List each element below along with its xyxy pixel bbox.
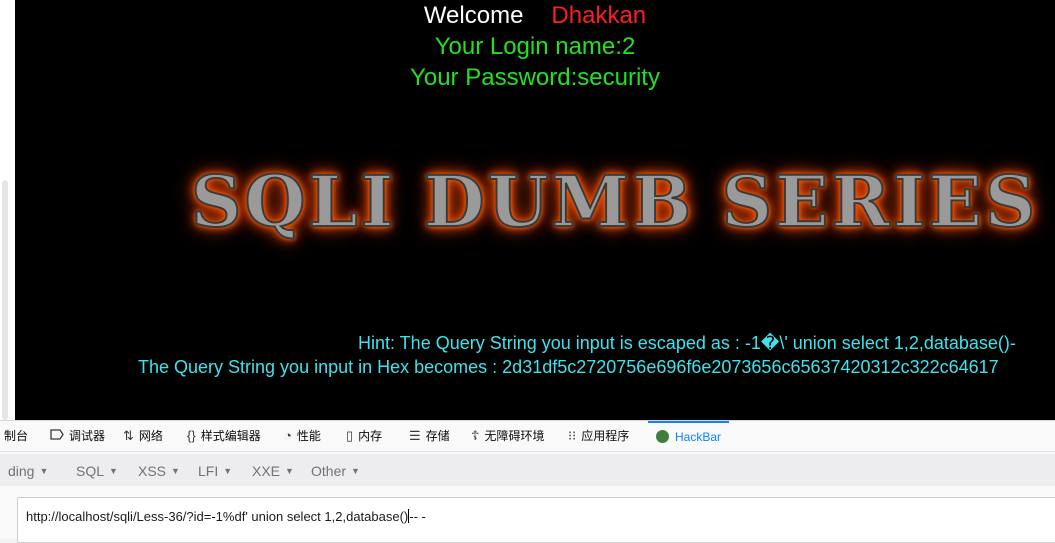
tab-label: 性能 <box>296 429 321 443</box>
tab-hackbar[interactable]: HackBar <box>648 421 730 451</box>
hackbar-icon <box>656 430 669 443</box>
tab-style-editor[interactable]: {} 样式编辑器 <box>187 421 261 451</box>
menu-other[interactable]: Other ▼ <box>311 463 360 479</box>
chevron-down-icon: ▼ <box>223 466 233 476</box>
tab-label: 应用程序 <box>581 429 630 443</box>
tab-performance[interactable]: ◔ 性能 <box>284 421 321 451</box>
tab-label: 制台 <box>4 429 29 443</box>
chevron-down-icon: ▼ <box>285 466 294 476</box>
chevron-down-icon: ▼ <box>39 466 49 476</box>
tab-accessibility[interactable]: ☦ 无障碍环境 <box>471 421 544 451</box>
tab-label: 无障碍环境 <box>484 429 545 443</box>
url-input[interactable]: http://localhost/sqli/Less-36/?id=-1%df'… <box>17 497 1055 543</box>
memory-icon: ▯ <box>346 428 354 443</box>
tab-label: 存储 <box>425 429 450 443</box>
tab-console[interactable]: 制台 <box>4 421 28 451</box>
password-line: Your Password:security <box>410 64 660 91</box>
tab-label: 样式编辑器 <box>200 429 261 443</box>
chevron-down-icon: ▼ <box>351 466 360 476</box>
debugger-icon <box>50 421 64 451</box>
menu-encoding[interactable]: ding ▼ <box>8 463 48 479</box>
tab-debugger[interactable]: 调试器 <box>50 421 105 451</box>
url-value: http://localhost/sqli/Less-36/?id=-1%df'… <box>26 509 409 524</box>
chevron-down-icon: ▼ <box>109 466 118 476</box>
applications-icon: ⁝⁝ <box>568 428 577 443</box>
welcome-label: Welcome <box>423 2 524 29</box>
tab-label: HackBar <box>675 430 722 444</box>
banner-title: SQLI DUMB SERIES <box>190 159 1039 244</box>
tab-label: 内存 <box>358 429 383 443</box>
welcome-username: Dhakkan <box>551 2 647 29</box>
login-name-line: Your Login name:2 <box>434 33 636 60</box>
chevron-down-icon: ▼ <box>171 466 180 476</box>
accessibility-icon: ☦ <box>471 428 480 443</box>
tab-network[interactable]: ⇅ 网络 <box>123 421 163 451</box>
menu-lfi[interactable]: LFI ▼ <box>198 463 232 479</box>
devtools-panel: 制台 调试器 ⇅ 网络 {} 样式编辑器 ◔ 性能 ▯ 内存 ☰ 存储 ☦ 无障碍环境 ⁝⁝… <box>0 420 1055 543</box>
tab-storage[interactable]: ☰ 存储 <box>409 421 450 451</box>
devtools-tabbar: 制台 调试器 ⇅ 网络 {} 样式编辑器 ◔ 性能 ▯ 内存 ☰ 存储 ☦ 无障碍环境 ⁝⁝… <box>0 421 1055 452</box>
style-editor-icon: {} <box>187 428 196 443</box>
menu-xss[interactable]: XSS ▼ <box>138 463 180 479</box>
scrollbar[interactable] <box>2 180 8 420</box>
storage-icon: ☰ <box>409 428 421 443</box>
tab-label: 调试器 <box>69 429 106 443</box>
tab-applications[interactable]: ⁝⁝ 应用程序 <box>568 421 629 451</box>
welcome-line: Welcome Dhakkan <box>15 2 1055 30</box>
web-page: Welcome Dhakkan Your Login name:2 Your Pa… <box>15 0 1055 420</box>
tab-memory[interactable]: ▯ 内存 <box>346 421 382 451</box>
url-input-text[interactable]: http://localhost/sqli/Less-36/?id=-1%df'… <box>26 509 426 524</box>
url-comment-suffix: -- - <box>409 509 426 524</box>
network-icon: ⇅ <box>123 428 134 443</box>
performance-icon: ◔ <box>284 428 292 443</box>
menu-xxe[interactable]: XXE ▼ <box>252 463 294 479</box>
tab-label: 网络 <box>138 429 163 443</box>
left-gutter <box>0 0 15 420</box>
menu-sql[interactable]: SQL ▼ <box>76 463 118 479</box>
hex-line: The Query String you input in Hex become… <box>138 357 999 377</box>
hackbar-menubar: ding ▼ SQL ▼ XSS ▼ LFI ▼ XXE ▼ Other ▼ <box>0 454 1055 486</box>
hint-line: Hint: The Query String you input is esca… <box>358 333 1016 353</box>
